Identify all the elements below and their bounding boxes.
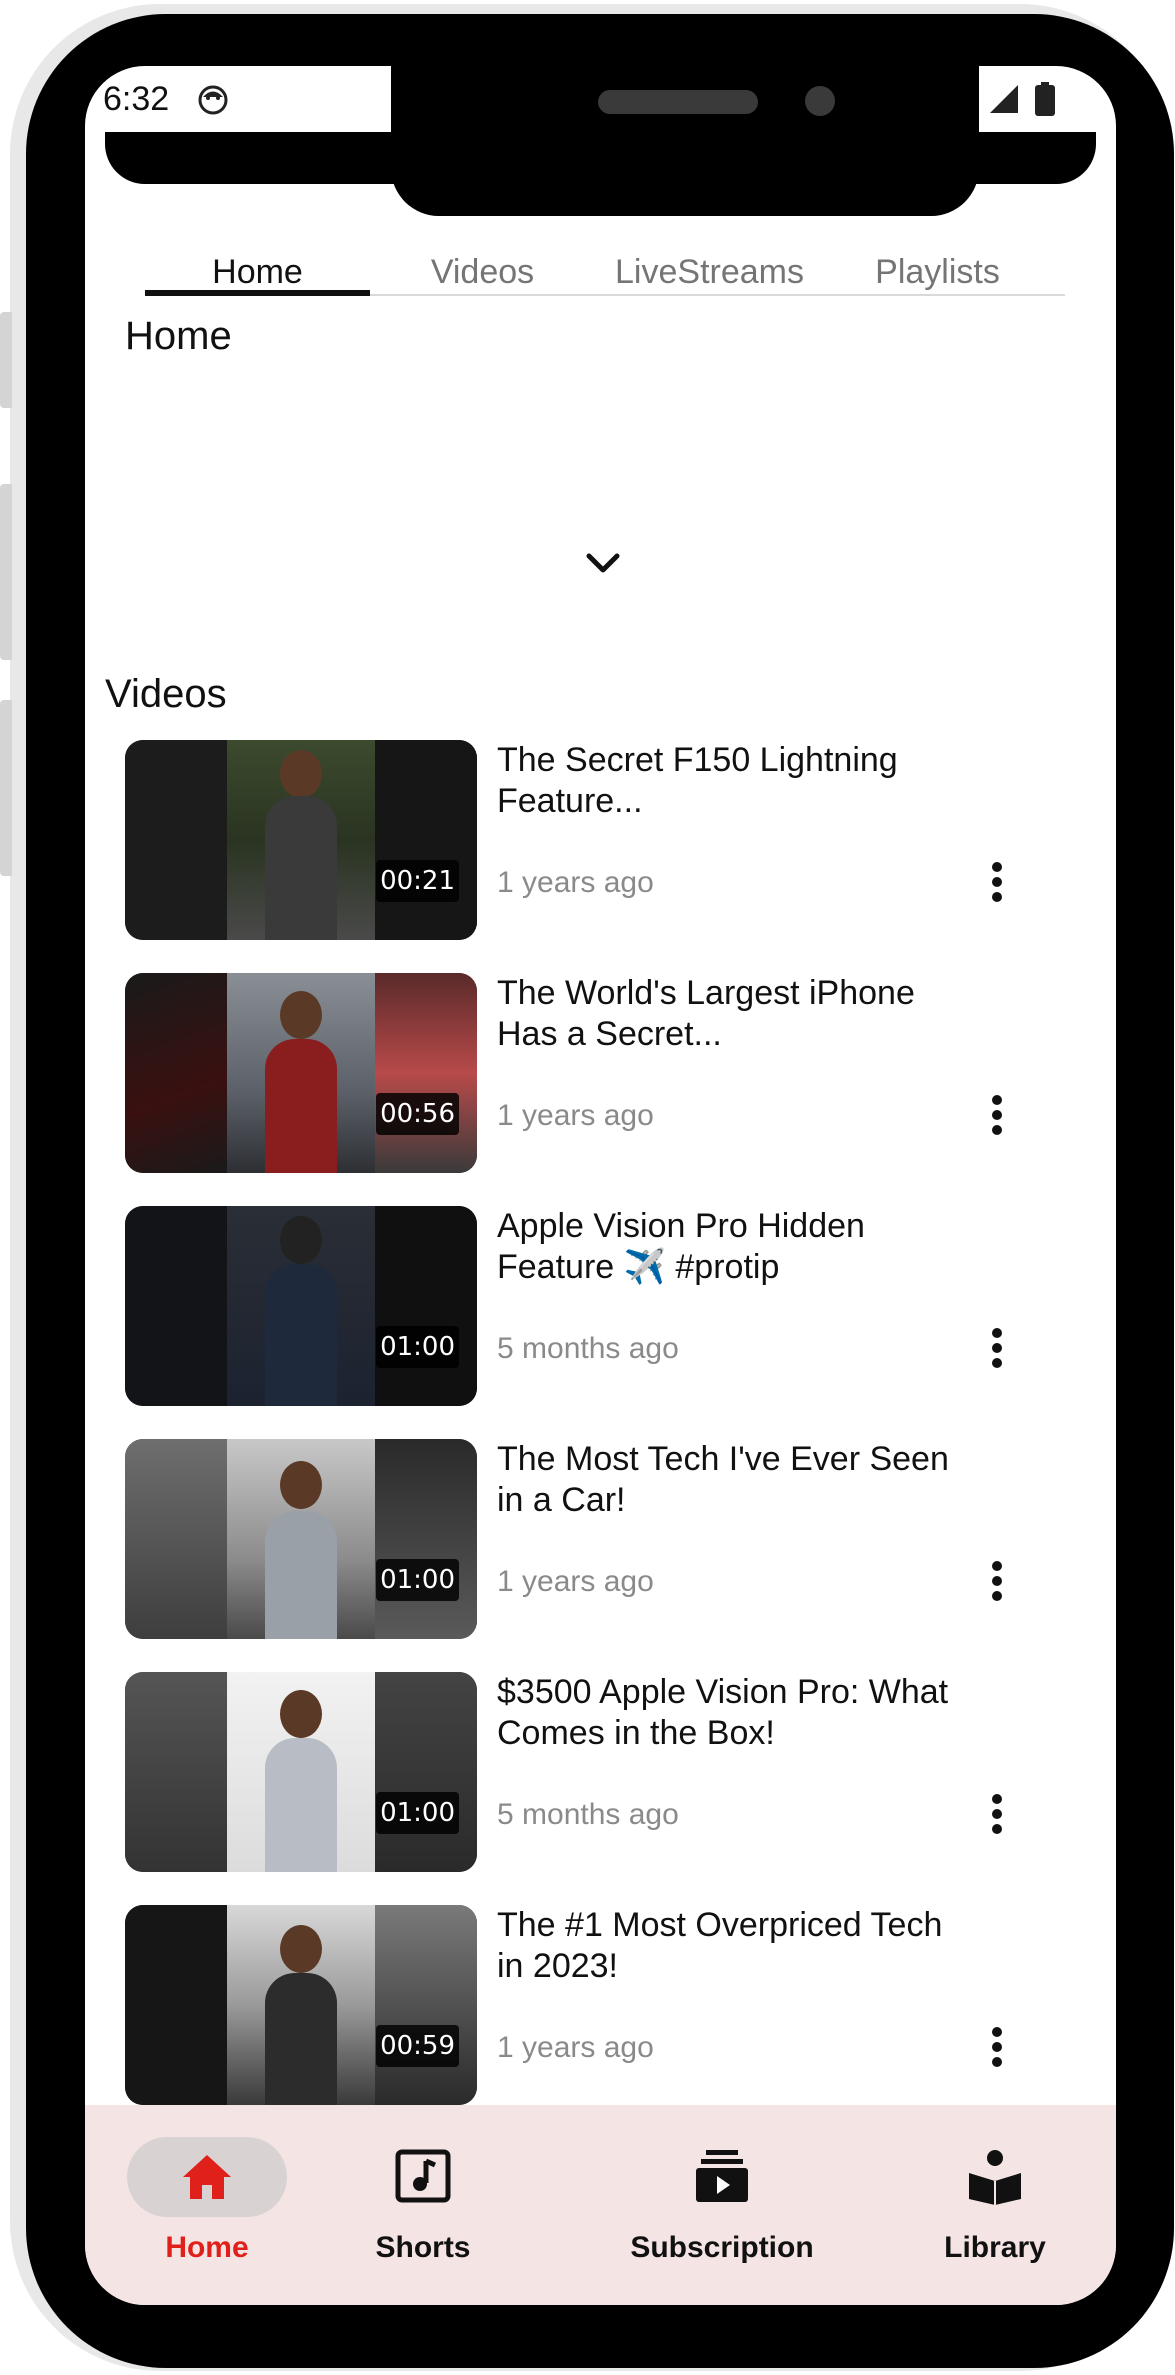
video-title[interactable]: $3500 Apple Vision Pro: What Comes in th… <box>497 1672 957 1754</box>
more-options-icon[interactable] <box>973 850 1021 914</box>
video-title[interactable]: The Secret F150 Lightning Feature... <box>497 740 957 822</box>
video-item[interactable]: 01:00 Apple Vision Pro Hidden Feature ✈️… <box>125 1206 1085 1406</box>
video-title[interactable]: The Most Tech I've Ever Seen in a Car! <box>497 1439 957 1521</box>
front-camera <box>805 86 835 116</box>
video-thumbnail[interactable]: 01:00 <box>125 1439 477 1639</box>
video-age: 5 months ago <box>497 1798 679 1831</box>
subscriptions-icon <box>696 2150 748 2202</box>
bottom-navigation: Home Shorts Subscription Library <box>85 2105 1116 2305</box>
video-age: 1 years ago <box>497 1565 654 1598</box>
video-duration: 01:00 <box>376 1326 459 1368</box>
app-notification-icon <box>198 85 228 115</box>
music-note-icon <box>395 2149 451 2203</box>
chevron-down-icon[interactable] <box>583 548 623 578</box>
nav-shorts[interactable]: Shorts <box>333 2105 513 2305</box>
nav-shorts-label: Shorts <box>375 2231 471 2264</box>
earpiece <box>598 90 758 114</box>
video-item[interactable]: 01:00 $3500 Apple Vision Pro: What Comes… <box>125 1672 1085 1872</box>
tab-playlists[interactable]: Playlists <box>825 252 1050 296</box>
nav-subscription-label: Subscription <box>630 2231 814 2264</box>
tab-livestreams[interactable]: LiveStreams <box>597 252 822 296</box>
video-duration: 01:00 <box>376 1792 459 1834</box>
video-title[interactable]: Apple Vision Pro Hidden Feature ✈️ #prot… <box>497 1206 957 1288</box>
video-age: 5 months ago <box>497 1332 679 1365</box>
video-item[interactable]: 00:59 The #1 Most Overpriced Tech in 202… <box>125 1905 1085 2105</box>
video-duration: 00:56 <box>376 1093 459 1135</box>
tab-indicator <box>145 290 370 296</box>
more-options-icon[interactable] <box>973 1782 1021 1846</box>
status-time: 6:32 <box>103 80 170 118</box>
home-icon <box>183 2155 231 2199</box>
video-duration: 00:59 <box>376 2025 459 2067</box>
video-duration: 01:00 <box>376 1559 459 1601</box>
nav-home-label: Home <box>165 2231 249 2264</box>
device-side-button <box>0 312 12 408</box>
top-bar <box>105 132 1096 184</box>
video-title[interactable]: The #1 Most Overpriced Tech in 2023! <box>497 1905 957 1987</box>
video-title[interactable]: The World's Largest iPhone Has a Secret.… <box>497 973 957 1055</box>
home-section-title: Home <box>125 314 232 358</box>
video-age: 1 years ago <box>497 2031 654 2064</box>
video-age: 1 years ago <box>497 1099 654 1132</box>
video-duration: 00:21 <box>376 860 459 902</box>
nav-library-label: Library <box>944 2231 1046 2264</box>
library-icon <box>969 2150 1021 2205</box>
video-thumbnail[interactable]: 00:56 <box>125 973 477 1173</box>
signal-icon <box>990 85 1018 113</box>
more-options-icon[interactable] <box>973 1083 1021 1147</box>
video-thumbnail[interactable]: 01:00 <box>125 1672 477 1872</box>
more-options-icon[interactable] <box>973 2015 1021 2079</box>
nav-subscription[interactable]: Subscription <box>605 2105 839 2305</box>
tab-videos[interactable]: Videos <box>370 252 595 296</box>
device-side-button <box>0 484 12 660</box>
videos-section-title: Videos <box>105 672 227 716</box>
battery-icon <box>1035 82 1055 116</box>
video-item[interactable]: 00:56 The World's Largest iPhone Has a S… <box>125 973 1085 1173</box>
nav-library[interactable]: Library <box>915 2105 1075 2305</box>
nav-home[interactable]: Home <box>125 2105 289 2305</box>
video-item[interactable]: 01:00 The Most Tech I've Ever Seen in a … <box>125 1439 1085 1639</box>
video-thumbnail[interactable]: 00:21 <box>125 740 477 940</box>
video-age: 1 years ago <box>497 866 654 899</box>
video-thumbnail[interactable]: 00:59 <box>125 1905 477 2105</box>
more-options-icon[interactable] <box>973 1316 1021 1380</box>
more-options-icon[interactable] <box>973 1549 1021 1613</box>
device-side-button <box>0 700 12 876</box>
video-item[interactable]: 00:21 The Secret F150 Lightning Feature.… <box>125 740 1085 940</box>
app-screen: 6:32 Home Videos LiveStreams Playlists H… <box>85 66 1116 2305</box>
video-thumbnail[interactable]: 01:00 <box>125 1206 477 1406</box>
